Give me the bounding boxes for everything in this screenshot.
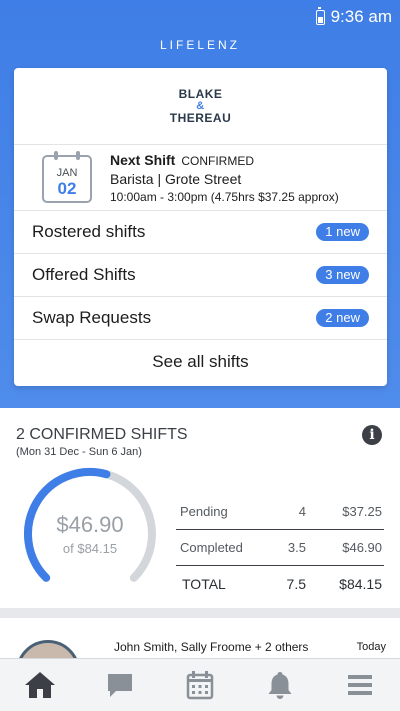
next-shift-info: Next Shift CONFIRMED Barista | Grote Stre… (110, 151, 339, 206)
tab-messages[interactable] (100, 665, 140, 705)
next-shift-day: 02 (57, 179, 77, 198)
gauge-total: of $84.15 (62, 541, 118, 556)
total-qty: 7.5 (286, 576, 306, 592)
tab-menu[interactable] (340, 665, 380, 705)
feed-timestamp: Today (356, 641, 386, 653)
status-bar: 9:36 am (315, 6, 392, 27)
shifts-card: BLAKE & THEREAU JAN 02 Next Shift CONFIRM… (14, 68, 387, 386)
menu-icon (348, 675, 372, 695)
total-row: TOTAL 7.5 $84.15 (176, 566, 384, 602)
info-icon[interactable]: i (362, 425, 382, 445)
calendar-icon (186, 671, 214, 700)
status-time: 9:36 am (330, 7, 392, 26)
completed-label: Completed (180, 540, 243, 555)
avatar (16, 640, 80, 658)
next-shift-time: 10:00am - 3:00pm (4.75hrs $37.25 approx) (110, 190, 339, 204)
tab-notifications[interactable] (260, 665, 300, 705)
swap-requests-label: Swap Requests (32, 308, 152, 327)
chat-icon (108, 674, 132, 697)
swap-requests-row[interactable]: Swap Requests 2 new (14, 297, 387, 340)
tab-calendar[interactable] (180, 665, 220, 705)
rostered-shifts-badge: 1 new (316, 223, 369, 241)
pending-qty: 4 (298, 504, 306, 519)
section-divider (0, 608, 400, 618)
pending-row: Pending 4 $37.25 (176, 494, 384, 530)
bottom-tab-bar (0, 658, 400, 711)
app-title: LIFELENZ (159, 38, 240, 52)
summary-date-range: (Mon 31 Dec - Sun 6 Jan) (16, 446, 142, 458)
bell-icon (268, 672, 292, 699)
brand-ampersand: & (196, 100, 205, 112)
completed-amount: $46.90 (342, 540, 382, 555)
total-amount: $84.15 (339, 576, 382, 592)
brand-line-2: THEREAU (169, 111, 232, 125)
next-shift-role: Barista | Grote Street (110, 171, 242, 187)
next-shift-status: CONFIRMED (181, 154, 255, 168)
swap-requests-badge: 2 new (316, 309, 369, 327)
gauge-value: $46.90 (56, 512, 124, 537)
next-shift-title: Next Shift (110, 152, 176, 168)
tab-home[interactable] (20, 665, 60, 705)
see-all-shifts-button[interactable]: See all shifts (14, 340, 387, 383)
brand-logo: BLAKE & THEREAU (14, 68, 387, 145)
pending-label: Pending (180, 504, 228, 519)
next-shift-month: JAN (56, 167, 78, 179)
calendar-date-icon: JAN 02 (42, 151, 92, 203)
summary-title: 2 CONFIRMED SHIFTS (16, 426, 188, 443)
earnings-summary: 2 CONFIRMED SHIFTS (Mon 31 Dec - Sun 6 J… (0, 408, 400, 608)
battery-icon (315, 6, 325, 25)
feed-participants: John Smith, Sally Froome + 2 others (114, 640, 309, 654)
offered-shifts-row[interactable]: Offered Shifts 3 new (14, 254, 387, 297)
rostered-shifts-label: Rostered shifts (32, 222, 146, 241)
home-icon (25, 672, 55, 698)
brand-line-1: BLAKE (178, 87, 223, 101)
offered-shifts-badge: 3 new (316, 266, 369, 284)
offered-shifts-label: Offered Shifts (32, 265, 136, 284)
next-shift[interactable]: JAN 02 Next Shift CONFIRMED Barista | Gro… (14, 145, 387, 211)
rostered-shifts-row[interactable]: Rostered shifts 1 new (14, 211, 387, 254)
pending-amount: $37.25 (342, 504, 382, 519)
feed-item[interactable]: John Smith, Sally Froome + 2 others Toda… (0, 618, 400, 658)
earnings-table: Pending 4 $37.25 Completed 3.5 $46.90 TO… (176, 494, 384, 602)
completed-qty: 3.5 (287, 540, 306, 555)
completed-row: Completed 3.5 $46.90 (176, 530, 384, 566)
total-label: TOTAL (182, 576, 226, 592)
